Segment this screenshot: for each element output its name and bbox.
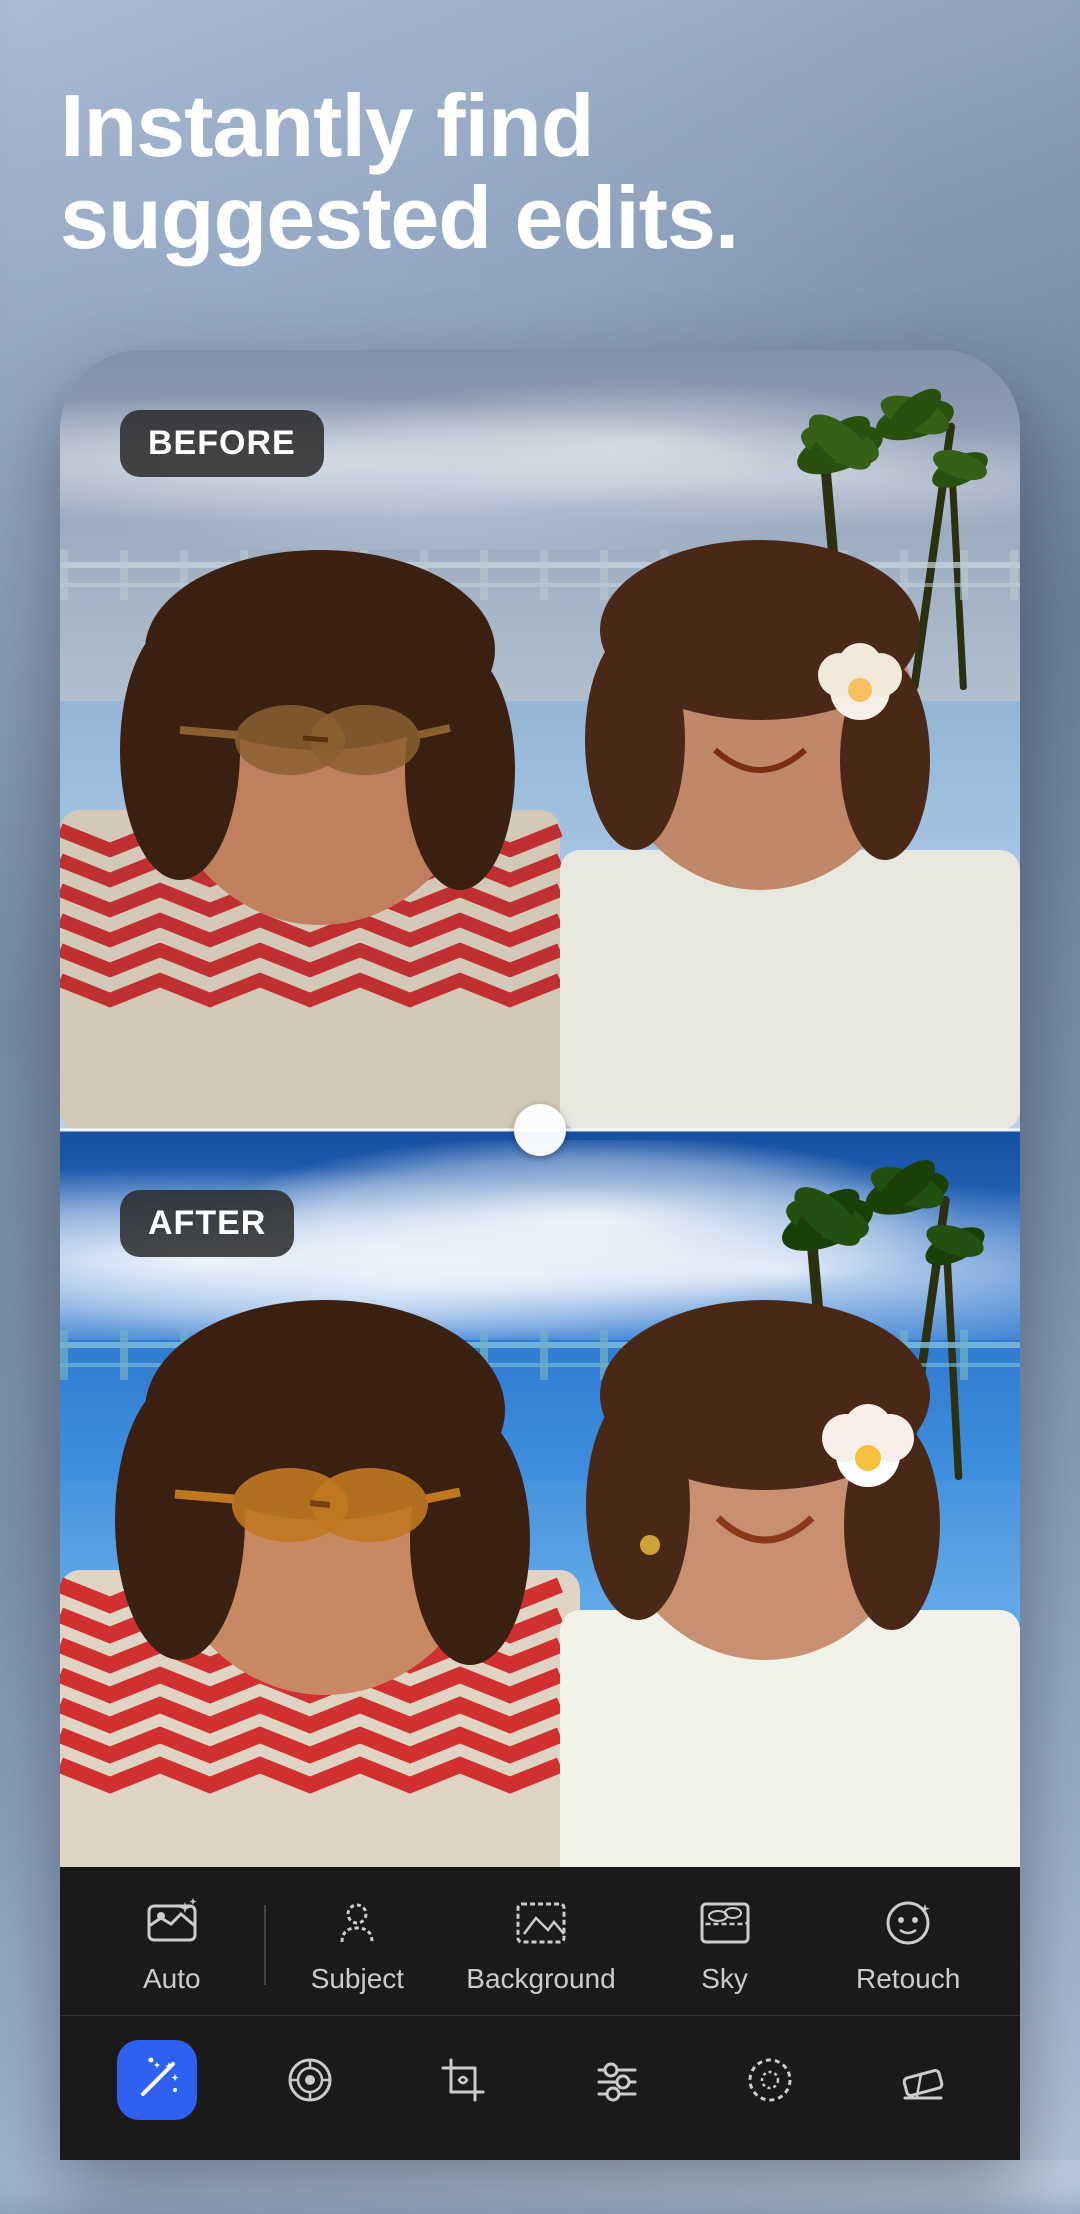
auto-icon	[144, 1895, 200, 1951]
sky-icon	[697, 1895, 753, 1951]
divider-handle[interactable]	[514, 1104, 566, 1156]
retouch-icon	[880, 1895, 936, 1951]
select-button[interactable]	[730, 2040, 810, 2120]
title-line2: suggested edits.	[60, 168, 738, 267]
people-before	[60, 428, 1020, 1130]
tab-sky-label: Sky	[701, 1963, 748, 1995]
magic-button[interactable]	[117, 2040, 197, 2120]
photo-container: BEFORE AFTER	[60, 350, 1020, 1910]
toolbar-tabs: Auto Subject	[60, 1867, 1020, 2016]
crop-button[interactable]	[423, 2040, 503, 2120]
badge-after: AFTER	[120, 1190, 294, 1257]
phone-mockup: BEFORE AFTER	[60, 350, 1020, 2160]
tab-subject[interactable]: Subject	[266, 1895, 450, 1995]
title-line1: Instantly find	[60, 76, 594, 175]
tab-auto-label: Auto	[143, 1963, 201, 1995]
title-text: Instantly find suggested edits.	[60, 80, 1020, 265]
subject-icon	[329, 1895, 385, 1951]
tab-subject-label: Subject	[311, 1963, 404, 1995]
tab-auto[interactable]: Auto	[80, 1895, 264, 1995]
tab-retouch-label: Retouch	[856, 1963, 960, 1995]
tab-background[interactable]: Background	[449, 1895, 633, 1995]
toolbar-container: Auto Subject	[60, 1867, 1020, 2160]
tab-retouch[interactable]: Retouch	[816, 1895, 1000, 1995]
title-section: Instantly find suggested edits.	[60, 80, 1020, 265]
tab-sky[interactable]: Sky	[633, 1895, 817, 1995]
erase-button[interactable]	[883, 2040, 963, 2120]
toolbar-actions	[60, 2016, 1020, 2160]
background-icon	[513, 1895, 569, 1951]
mask-button[interactable]	[270, 2040, 350, 2120]
tab-background-label: Background	[466, 1963, 615, 1995]
badge-before: BEFORE	[120, 410, 324, 477]
people-after	[60, 1208, 1020, 1910]
adjust-button[interactable]	[577, 2040, 657, 2120]
